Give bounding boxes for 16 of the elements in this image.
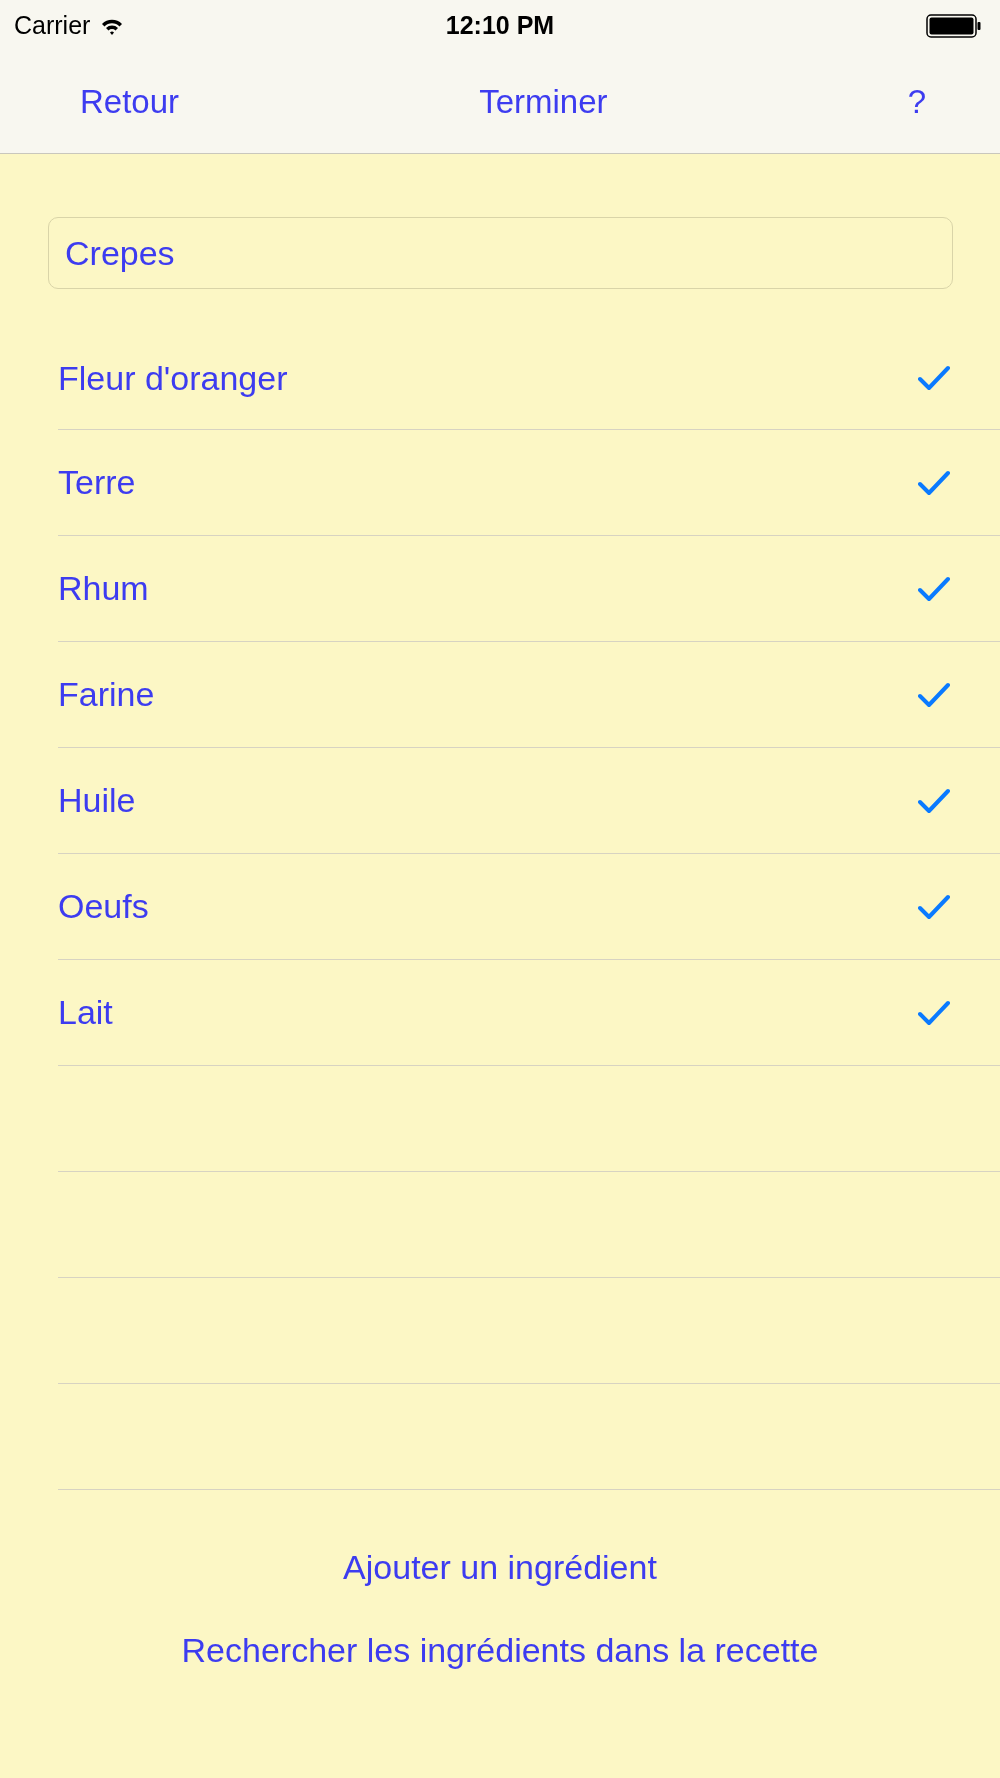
ingredient-item[interactable]: Fleur d'oranger	[58, 358, 288, 398]
ingredient-item[interactable]: Oeufs	[58, 887, 149, 926]
done-button[interactable]: Terminer	[463, 77, 624, 127]
help-button[interactable]: ?	[891, 77, 942, 127]
clock-time: 12:10 PM	[444, 11, 556, 40]
battery-icon	[926, 13, 982, 38]
action-link[interactable]: Ajouter un ingrédient	[333, 1542, 667, 1593]
ingredient-item[interactable]: Farine	[58, 675, 155, 714]
back-button[interactable]: Retour	[64, 77, 196, 127]
ingredient-item[interactable]: Lait	[58, 993, 113, 1032]
ingredient-item[interactable]: Rhum	[58, 569, 149, 608]
ingredient-item[interactable]: Huile	[58, 781, 136, 820]
ingredient-item[interactable]: Terre	[58, 463, 136, 502]
carrier-label: Carrier	[14, 11, 91, 40]
recipe-name-field[interactable]: Crepes	[48, 217, 953, 289]
action-link[interactable]: Rechercher les ingrédients dans la recette	[171, 1625, 829, 1676]
